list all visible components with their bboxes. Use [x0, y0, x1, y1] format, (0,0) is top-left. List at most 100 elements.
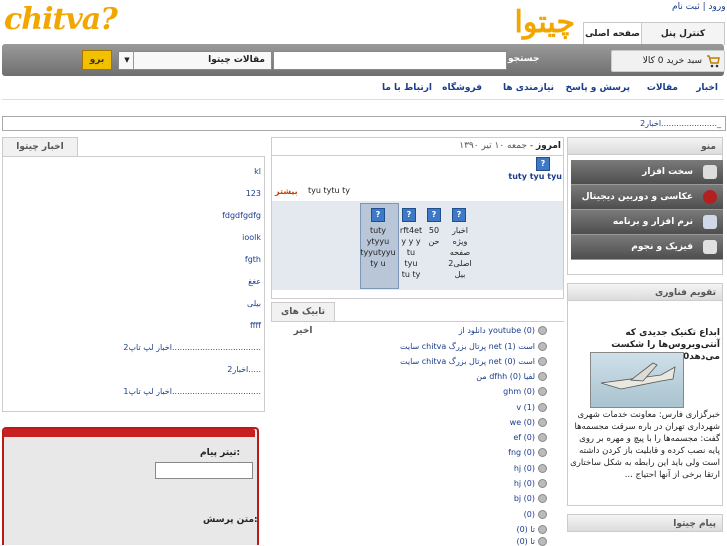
news-item[interactable]: kl	[254, 167, 261, 176]
icon-tuty[interactable]	[371, 208, 385, 222]
tag-item[interactable]: سایت chitva پرتال بزرگ net است (0)	[400, 357, 547, 366]
tag-item[interactable]: (0)	[524, 510, 547, 519]
menu-header: منو	[567, 137, 723, 155]
bullet-icon	[538, 342, 547, 351]
tech-calendar-header: تقویم فناوری	[567, 283, 723, 301]
bullet-icon	[538, 372, 547, 381]
persian-logo-mark: چیتوا	[515, 5, 575, 40]
tech-body: خبرگزاری فارس: معاونت خدمات شهری شهرداری…	[570, 410, 720, 480]
physics-icon	[703, 240, 717, 254]
divider	[272, 155, 563, 156]
tag-item[interactable]: ef (0)	[513, 433, 547, 442]
article-title[interactable]: tuty tyu tyu	[480, 172, 562, 181]
tag-item[interactable]: ghm (0)	[503, 387, 547, 396]
menu-item-software[interactable]: نرم افزار و برنامه	[571, 210, 723, 235]
nav-news[interactable]: اخبار	[696, 83, 718, 93]
news-item[interactable]: اخبار2.....	[227, 365, 261, 374]
search-input[interactable]	[273, 51, 507, 70]
tab-chitva-news[interactable]: اخبار چیتوا	[2, 137, 78, 157]
tag-item[interactable]: سایت chitva پرتال بزرگ net است (1)	[400, 342, 547, 351]
tag-item[interactable]: v (1)	[516, 403, 547, 412]
nav-qa[interactable]: پرسش و پاسخ	[565, 83, 630, 93]
news-list-box	[2, 156, 265, 412]
tab-recent-topics[interactable]: تابیک های اخیر	[271, 302, 335, 336]
nav-contact[interactable]: ارتباط با ما	[382, 83, 432, 93]
date-line: امروز - جمعه ۱۰ تیر ۱۳۹۰	[459, 141, 561, 151]
news-item[interactable]: عغغ	[248, 277, 261, 286]
menu-item-physics[interactable]: فیزیک و نجوم	[571, 235, 723, 260]
tab-control-panel[interactable]: کنترل پنل	[641, 22, 725, 45]
nav-classifieds[interactable]: نیازمندی ها	[503, 83, 554, 93]
news-item[interactable]: fdgdfgdfg	[222, 211, 261, 220]
news-item[interactable]: ffff	[250, 321, 261, 330]
search-label: جستجو	[508, 54, 540, 64]
more-link[interactable]: بیشتر	[275, 187, 298, 196]
main-nav: اخبار مقالات پرسش و پاسخ نیازمندی ها فرو…	[2, 78, 724, 100]
bullet-icon	[538, 418, 547, 427]
ask-form-box	[2, 427, 259, 545]
tab-home[interactable]: صفحه اصلی	[583, 22, 642, 45]
icon-50[interactable]	[427, 208, 441, 222]
subject-label: تیتر پیام:	[200, 448, 241, 458]
bullet-icon	[538, 357, 547, 366]
camera-icon	[703, 190, 717, 204]
bullet-icon	[538, 525, 547, 534]
article-summary: tyu tytu ty	[308, 186, 350, 195]
search-category-select[interactable]: ▼ مقالات چیتوا	[118, 51, 272, 70]
menu-item-camera[interactable]: عکاسی و دوربین دیجیتال	[571, 185, 723, 210]
subject-input[interactable]	[155, 462, 253, 479]
tech-news-image[interactable]	[590, 352, 684, 408]
tag-item[interactable]: تا (0)	[516, 525, 547, 534]
nav-shop[interactable]: فروشگاه	[442, 83, 482, 93]
news-item[interactable]: اخبار لپ تاپ2...........................…	[123, 343, 261, 352]
cart-icon	[707, 55, 720, 68]
message-header: پیام چیتوا	[567, 514, 723, 532]
bullet-icon	[538, 403, 547, 412]
bullet-icon	[538, 479, 547, 488]
date-value: جمعه ۱۰ تیر ۱۳۹۰	[459, 141, 527, 151]
cart-button[interactable]: سبد خرید 0 کالا	[611, 50, 725, 72]
tag-item[interactable]: من dfhh لفیا (0)	[476, 372, 547, 381]
bullet-icon	[538, 510, 547, 519]
bullet-icon	[538, 387, 547, 396]
article-thumb-icon[interactable]	[536, 157, 550, 171]
date-label: امروز	[535, 141, 561, 151]
menu-item-hardware[interactable]: سخت افزار	[571, 160, 723, 185]
bullet-icon	[538, 464, 547, 473]
search-go-button[interactable]: برو	[82, 50, 112, 70]
chitva-logo[interactable]: chitva?	[4, 4, 118, 36]
ticker-text: اخبار2......................_	[640, 119, 721, 128]
select-value: مقالات چیتوا	[208, 55, 265, 65]
icon-news-special[interactable]	[452, 208, 466, 222]
bullet-icon	[538, 448, 547, 457]
news-item[interactable]: بیلی	[247, 299, 261, 308]
news-item[interactable]: ioolk	[242, 233, 261, 242]
bullet-icon	[538, 326, 547, 335]
tag-item[interactable]: دانلود از youtube (0)	[459, 326, 547, 335]
ask-form-header	[4, 429, 255, 437]
news-item[interactable]: اخبار لپ تاپ1...........................…	[123, 387, 261, 396]
cart-label: سبد خرید 0 کالا	[642, 56, 702, 66]
question-label: متن پرسش:	[203, 515, 258, 525]
news-ticker[interactable]: اخبار2......................_	[2, 116, 726, 131]
news-item[interactable]: fgth	[245, 255, 261, 264]
icon-cell-label-4: tuty ytyyu tyyutyyu ty u	[360, 226, 396, 268]
aircraft-image	[600, 362, 676, 390]
bullet-icon	[538, 433, 547, 442]
login-register-link[interactable]: ورود | ثبت نام	[672, 2, 726, 12]
hardware-icon	[703, 165, 717, 179]
persian-logo-text: چیتوا	[515, 5, 575, 40]
bullet-icon	[538, 494, 547, 503]
icon-cell-label-3: rft4et y y y tu tyu tu ty	[399, 226, 423, 279]
icon-rft4et[interactable]	[402, 208, 416, 222]
software-icon	[703, 215, 717, 229]
tag-item[interactable]: we (0)	[510, 418, 547, 427]
tag-item[interactable]: fng (0)	[508, 448, 547, 457]
chevron-down-icon: ▼	[121, 52, 134, 69]
tag-item[interactable]: bj (0)	[514, 494, 547, 503]
chitva-persian-logo[interactable]: چیتوا	[470, 0, 580, 40]
nav-articles[interactable]: مقالات	[647, 83, 678, 93]
news-item[interactable]: 123	[246, 189, 261, 198]
tag-item[interactable]: hj (0)	[514, 479, 547, 488]
tag-item[interactable]: hj (0)	[514, 464, 547, 473]
